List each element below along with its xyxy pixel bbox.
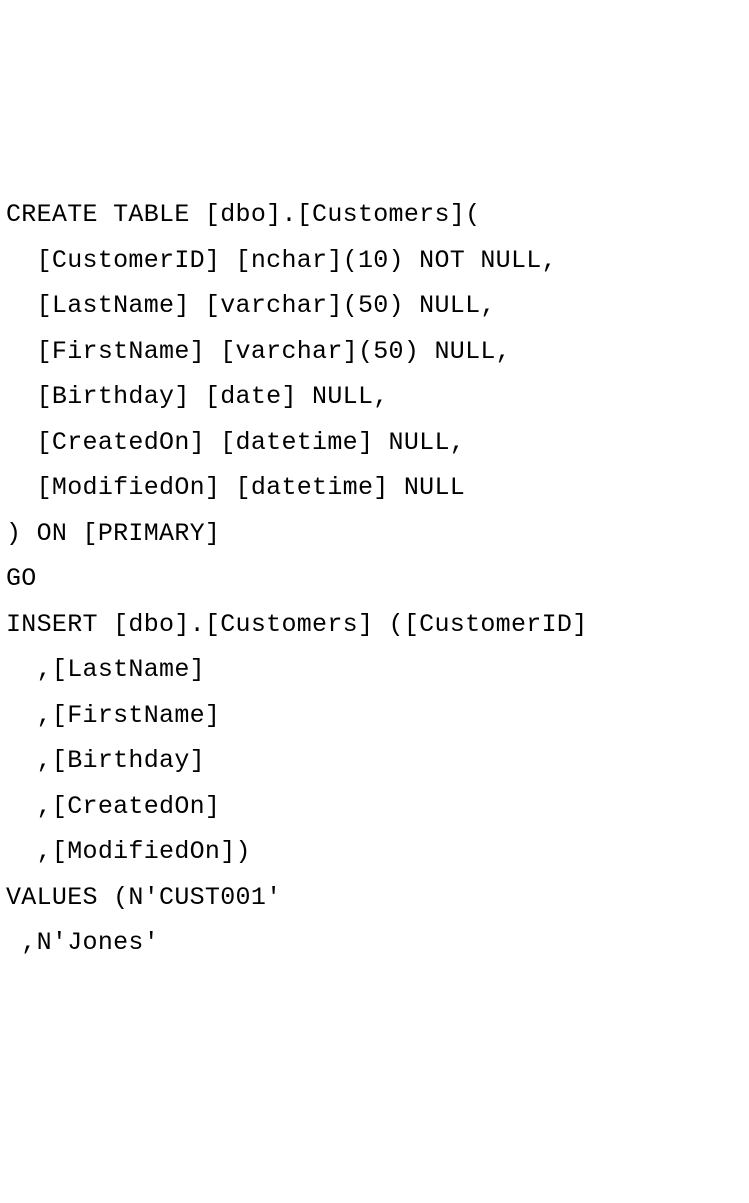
code-line: VALUES (N'CUST001' <box>6 883 281 912</box>
code-line: ,[CreatedOn] <box>6 792 220 821</box>
code-line: ,[LastName] <box>6 655 205 684</box>
code-line: ,[ModifiedOn]) <box>6 837 251 866</box>
code-line: ,[Birthday] <box>6 746 205 775</box>
code-line: [Birthday] [date] NULL, <box>6 382 389 411</box>
code-line: ,N'Jones' <box>6 928 159 957</box>
code-line: [CreatedOn] [datetime] NULL, <box>6 428 465 457</box>
code-line: ) ON [PRIMARY] <box>6 519 220 548</box>
code-line: INSERT [dbo].[Customers] ([CustomerID] <box>6 610 588 639</box>
code-line: [ModifiedOn] [datetime] NULL <box>6 473 465 502</box>
code-line: CREATE TABLE [dbo].[Customers]( <box>6 200 480 229</box>
code-line: [LastName] [varchar](50) NULL, <box>6 291 496 320</box>
code-line: ,[FirstName] <box>6 701 220 730</box>
sql-code-block: CREATE TABLE [dbo].[Customers]( [Custome… <box>6 192 743 966</box>
code-line: [FirstName] [varchar](50) NULL, <box>6 337 511 366</box>
code-line: [CustomerID] [nchar](10) NOT NULL, <box>6 246 557 275</box>
code-line: GO <box>6 564 37 593</box>
